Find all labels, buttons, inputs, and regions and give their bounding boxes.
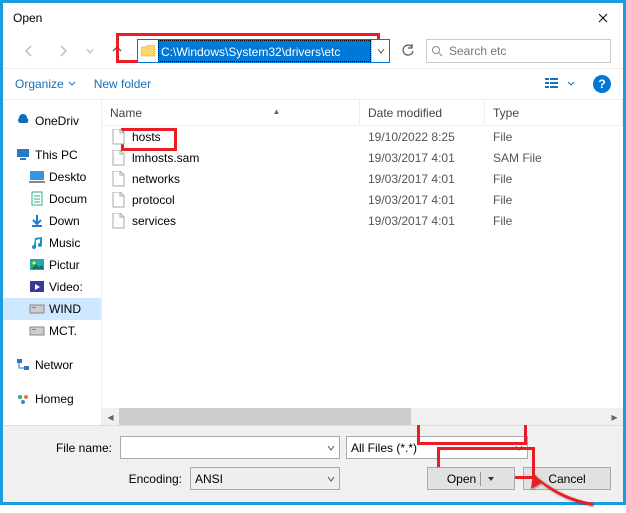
search-icon — [431, 45, 443, 57]
chevron-down-icon[interactable] — [327, 472, 335, 486]
encoding-label: Encoding: — [15, 472, 190, 486]
back-button[interactable] — [15, 37, 43, 65]
file-list-pane: Name ▲ Date modified Type hosts19/10/202… — [101, 100, 623, 425]
music-icon — [29, 235, 45, 251]
sort-caret-icon: ▲ — [273, 100, 281, 125]
chevron-down-icon — [567, 80, 575, 88]
new-folder-button[interactable]: New folder — [94, 77, 151, 91]
view-icon — [545, 77, 563, 91]
column-headers: Name ▲ Date modified Type — [102, 100, 623, 126]
sidebar-item-disk[interactable]: MCT. — [3, 320, 101, 342]
filename-input[interactable] — [120, 436, 340, 459]
bottom-panel: File name: All Files (*.*) Encoding: ANS… — [3, 425, 623, 502]
homegroup-icon — [15, 391, 31, 407]
view-button[interactable] — [545, 77, 575, 91]
file-row[interactable]: protocol19/03/2017 4:01File — [102, 189, 623, 210]
pc-icon — [15, 147, 31, 163]
sidebar-item-network[interactable]: Networ — [3, 354, 101, 376]
window-title: Open — [13, 11, 42, 25]
filename-label: File name: — [15, 441, 120, 455]
file-type-filter[interactable]: All Files (*.*) — [346, 436, 528, 459]
refresh-button[interactable] — [396, 39, 420, 63]
pictures-icon — [29, 257, 45, 273]
sidebar-item-pc[interactable]: This PC — [3, 144, 101, 166]
nav-pane: OneDriv This PCDesktoDocumDownMusicPictur… — [3, 100, 101, 425]
docs-icon — [29, 191, 45, 207]
sidebar-item-downloads[interactable]: Down — [3, 210, 101, 232]
horizontal-scrollbar[interactable]: ◂▸ — [102, 408, 623, 425]
open-split-dropdown[interactable] — [480, 472, 495, 486]
nav-bar: C:\Windows\System32\drivers\etc — [3, 33, 623, 68]
up-button[interactable] — [103, 37, 131, 65]
recent-locations-button[interactable] — [83, 37, 97, 65]
column-date[interactable]: Date modified — [360, 100, 485, 125]
cancel-button[interactable]: Cancel — [523, 467, 611, 490]
file-row[interactable]: lmhosts.sam19/03/2017 4:01SAM File — [102, 147, 623, 168]
sidebar-item-docs[interactable]: Docum — [3, 188, 101, 210]
column-name[interactable]: Name ▲ — [102, 100, 360, 125]
file-icon — [110, 213, 126, 229]
help-button[interactable]: ? — [593, 75, 611, 93]
videos-icon — [29, 279, 45, 295]
folder-icon — [138, 45, 158, 57]
column-type[interactable]: Type — [485, 100, 623, 125]
file-icon — [110, 171, 126, 187]
search-input[interactable] — [447, 43, 606, 59]
chevron-down-icon[interactable] — [515, 441, 523, 455]
forward-button[interactable] — [49, 37, 77, 65]
desktop-icon — [29, 169, 45, 185]
chevron-down-icon — [68, 80, 76, 88]
address-bar[interactable]: C:\Windows\System32\drivers\etc — [137, 39, 390, 63]
sidebar-item-cloud[interactable]: OneDriv — [3, 110, 101, 132]
file-icon — [110, 150, 126, 166]
cloud-icon — [15, 113, 31, 129]
close-button[interactable] — [583, 3, 623, 33]
open-button[interactable]: Open — [427, 467, 515, 490]
search-box[interactable] — [426, 39, 611, 63]
file-row[interactable]: networks19/03/2017 4:01File — [102, 168, 623, 189]
chevron-down-icon[interactable] — [327, 441, 335, 455]
sidebar-item-music[interactable]: Music — [3, 232, 101, 254]
toolbar: Organize New folder ? — [3, 68, 623, 100]
file-row[interactable]: hosts19/10/2022 8:25File — [102, 126, 623, 147]
sidebar-item-pictures[interactable]: Pictur — [3, 254, 101, 276]
disk-icon — [29, 301, 45, 317]
encoding-select[interactable]: ANSI — [190, 467, 340, 490]
sidebar-item-homegroup[interactable]: Homeg — [3, 388, 101, 410]
network-icon — [15, 357, 31, 373]
file-icon — [110, 192, 126, 208]
organize-button[interactable]: Organize — [15, 77, 76, 91]
title-bar: Open — [3, 3, 623, 33]
file-icon — [110, 129, 126, 145]
sidebar-item-disk[interactable]: WIND — [3, 298, 101, 320]
file-rows: hosts19/10/2022 8:25Filelmhosts.sam19/03… — [102, 126, 623, 425]
disk-icon — [29, 323, 45, 339]
address-bar-text: C:\Windows\System32\drivers\etc — [158, 40, 371, 62]
downloads-icon — [29, 213, 45, 229]
file-row[interactable]: services19/03/2017 4:01File — [102, 210, 623, 231]
address-dropdown[interactable] — [371, 40, 389, 62]
sidebar-item-desktop[interactable]: Deskto — [3, 166, 101, 188]
sidebar-item-videos[interactable]: Video: — [3, 276, 101, 298]
